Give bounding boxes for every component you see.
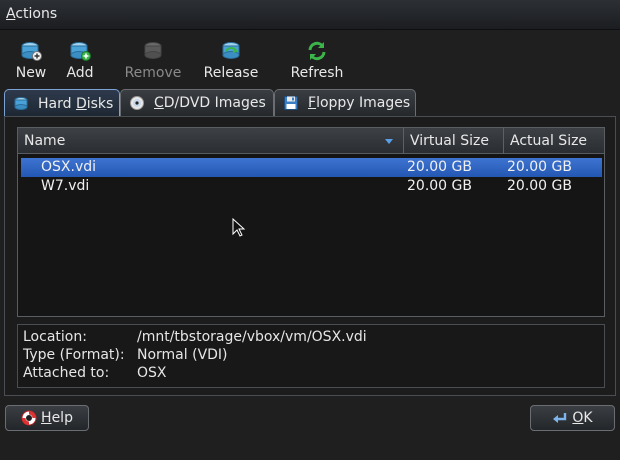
new-disk-icon	[21, 42, 42, 61]
refresh-label: Refresh	[290, 65, 344, 81]
add-label: Add	[66, 65, 94, 81]
menu-actions-mnemonic: A	[6, 6, 16, 22]
sort-descending-icon	[385, 139, 393, 144]
tab-floppy-mnemonic: F	[308, 95, 317, 111]
tab-hard-disks-label-a: Hard	[38, 95, 76, 112]
refresh-button[interactable]: Refresh	[288, 36, 346, 82]
hard-disks-panel: Name Virtual Size Actual Size OSX.vdi 20…	[4, 116, 616, 396]
tab-cd-dvd-mnemonic: C	[154, 95, 164, 111]
column-header-name[interactable]: Name	[18, 128, 404, 154]
row-virtual-size: 20.00 GB	[407, 159, 472, 175]
new-label: New	[15, 65, 47, 81]
tab-hard-disks-label-b: isks	[86, 95, 114, 112]
detail-type-label: Type (Format):	[23, 347, 125, 363]
enter-arrow-icon	[553, 413, 567, 423]
help-button[interactable]: Help	[5, 405, 89, 431]
tab-floppy-images[interactable]: Floppy Images	[274, 89, 416, 116]
menu-actions[interactable]: Actions	[6, 6, 57, 22]
release-disk-icon	[222, 42, 240, 59]
tab-cd-dvd-label: D/DVD Images	[163, 95, 266, 111]
optical-disc-icon	[130, 96, 144, 110]
refresh-icon	[308, 41, 326, 61]
tab-hard-disks[interactable]: Hard Disks	[4, 89, 120, 117]
table-row[interactable]: W7.vdi 20.00 GB 20.00 GB	[21, 177, 602, 196]
detail-location-label: Location:	[23, 329, 87, 345]
release-label: Release	[203, 65, 259, 81]
help-mnemonic: H	[41, 410, 52, 426]
list-header: Name Virtual Size Actual Size	[18, 128, 604, 154]
detail-attached-value: OSX	[137, 365, 167, 381]
remove-label: Remove	[124, 65, 182, 81]
detail-attached-label: Attached to:	[23, 365, 110, 381]
remove-button[interactable]: Remove	[124, 36, 182, 82]
column-name-label: Name	[24, 133, 66, 149]
column-header-actual-size[interactable]: Actual Size	[504, 128, 604, 154]
tab-hard-disks-mnemonic: D	[75, 95, 87, 112]
row-actual-size: 20.00 GB	[507, 159, 572, 175]
ok-label: K	[583, 410, 593, 426]
disk-details: Location: /mnt/tbstorage/vbox/vm/OSX.vdi…	[17, 324, 605, 388]
table-row[interactable]: OSX.vdi 20.00 GB 20.00 GB	[21, 158, 602, 177]
row-name: OSX.vdi	[41, 159, 97, 175]
ok-button[interactable]: OK	[530, 405, 615, 431]
menu-actions-label: ctions	[15, 6, 58, 22]
add-button[interactable]: Add	[63, 36, 97, 82]
toolbar: New Add Remove Release Refresh	[0, 36, 620, 82]
remove-disk-icon	[144, 42, 162, 59]
help-lifebuoy-icon	[21, 410, 37, 426]
disk-list[interactable]: Name Virtual Size Actual Size OSX.vdi 20…	[17, 127, 605, 317]
ok-mnemonic: O	[572, 410, 584, 426]
detail-type-value: Normal (VDI)	[137, 347, 228, 363]
floppy-disk-icon	[284, 96, 298, 110]
mouse-pointer-icon	[232, 218, 246, 237]
help-label: elp	[51, 410, 73, 426]
add-disk-icon	[70, 42, 91, 61]
row-name: W7.vdi	[41, 178, 90, 194]
hard-disk-icon	[14, 96, 28, 110]
menu-bar: Actions	[0, 0, 620, 30]
release-button[interactable]: Release	[202, 36, 260, 82]
column-actual-size-label: Actual Size	[510, 133, 588, 149]
row-actual-size: 20.00 GB	[507, 178, 572, 194]
column-header-virtual-size[interactable]: Virtual Size	[404, 128, 504, 154]
column-virtual-size-label: Virtual Size	[410, 133, 489, 149]
new-button[interactable]: New	[14, 36, 48, 82]
tab-floppy-label: loppy Images	[316, 95, 411, 111]
detail-location-value: /mnt/tbstorage/vbox/vm/OSX.vdi	[137, 329, 367, 345]
row-virtual-size: 20.00 GB	[407, 178, 472, 194]
tab-cd-dvd-images[interactable]: C D/DVD Images	[120, 89, 274, 116]
